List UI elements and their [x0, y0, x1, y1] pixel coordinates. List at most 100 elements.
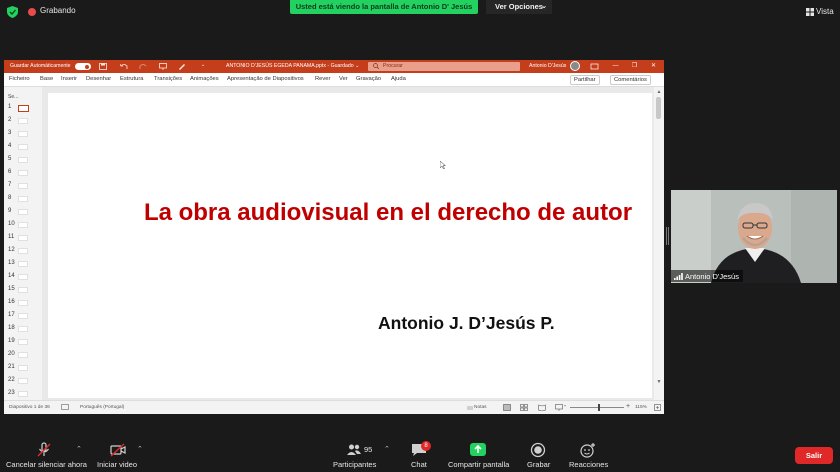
slide-thumbnail[interactable]: 7 — [4, 182, 42, 195]
slide-thumbnail-image[interactable] — [18, 196, 28, 202]
zoom-slider-knob[interactable] — [598, 404, 600, 411]
start-video-label[interactable]: Iniciar video — [97, 460, 137, 469]
slide-thumbnail[interactable]: 10 — [4, 221, 42, 234]
slide-thumbnail-image[interactable] — [18, 378, 28, 384]
slide-thumbnail[interactable]: 3 — [4, 130, 42, 143]
slide-thumbnail[interactable]: 9 — [4, 208, 42, 221]
recording-icon[interactable] — [28, 8, 36, 16]
menu-recording[interactable]: Gravação — [356, 76, 381, 82]
participants-options-caret[interactable]: ⌃ — [384, 445, 390, 453]
slide-thumbnail[interactable]: 19 — [4, 338, 42, 351]
redo-icon[interactable] — [139, 63, 147, 70]
slide-thumbnail[interactable]: 21 — [4, 364, 42, 377]
slide-thumbnail[interactable]: 16 — [4, 299, 42, 312]
slide-thumbnail[interactable]: 12 — [4, 247, 42, 260]
document-title[interactable]: ANTONIO D'JESÚS EGEDA PANAMA.pptx - Guar… — [226, 63, 359, 69]
slide-thumbnail-image[interactable] — [18, 352, 28, 358]
slide-thumbnail-image[interactable] — [18, 144, 28, 150]
notes-button[interactable]: Notas — [474, 405, 487, 410]
menu-insert[interactable]: Inserir — [61, 76, 77, 82]
vertical-scrollbar[interactable]: ▲ ▼ — [654, 87, 664, 400]
slide-thumbnail-image[interactable] — [18, 131, 28, 137]
slide-thumbnail-image[interactable] — [18, 248, 28, 254]
slide-thumbnail-image[interactable] — [18, 105, 29, 112]
reactions-icon[interactable] — [580, 442, 596, 458]
normal-view-icon[interactable] — [503, 404, 511, 411]
slide-thumbnail[interactable]: 6 — [4, 169, 42, 182]
unmute-label[interactable]: Cancelar silenciar ahora — [6, 460, 87, 469]
menu-file[interactable]: Ficheiro — [9, 76, 30, 82]
chat-label[interactable]: Chat — [411, 460, 427, 469]
slide-thumbnail[interactable]: 20 — [4, 351, 42, 364]
share-button[interactable]: Partilhar — [570, 75, 600, 85]
slide-thumbnail[interactable]: 5 — [4, 156, 42, 169]
menu-draw[interactable]: Desenhar — [86, 76, 111, 82]
pen-icon[interactable] — [178, 63, 186, 70]
menu-transitions[interactable]: Transições — [154, 76, 182, 82]
reactions-label[interactable]: Reacciones — [569, 460, 608, 469]
undo-icon[interactable] — [120, 63, 128, 70]
grid-view-icon[interactable] — [806, 8, 814, 16]
view-button[interactable]: Vista — [816, 7, 834, 16]
video-options-caret[interactable]: ⌃ — [137, 445, 143, 453]
notes-icon[interactable] — [467, 404, 473, 410]
slide-thumbnail-image[interactable] — [18, 261, 28, 267]
ribbon-display-icon[interactable] — [590, 62, 599, 71]
slide-thumbnail-image[interactable] — [18, 170, 28, 176]
slide-thumbnail[interactable]: 13 — [4, 260, 42, 273]
slide-thumbnail[interactable]: 4 — [4, 143, 42, 156]
slide-thumbnail-image[interactable] — [18, 222, 28, 228]
view-options-button[interactable]: Ver Opciones ⌄ — [486, 0, 552, 14]
slide-thumbnail-image[interactable] — [18, 300, 28, 306]
menu-animations[interactable]: Animações — [190, 76, 219, 82]
slideshow-icon[interactable] — [159, 63, 167, 70]
slide-thumbnail-image[interactable] — [18, 339, 28, 345]
participant-video-tile[interactable]: Antonio D'Jesús — [671, 190, 837, 283]
slide-thumbnail-image[interactable] — [18, 287, 28, 293]
slide-sorter-icon[interactable] — [520, 404, 528, 411]
menu-home[interactable]: Base — [40, 76, 53, 82]
scroll-up-icon[interactable]: ▲ — [656, 89, 662, 95]
menu-review[interactable]: Rever — [315, 76, 330, 82]
slide-thumbnail[interactable]: 2 — [4, 117, 42, 130]
slide-thumbnail-image[interactable] — [18, 274, 28, 280]
presenter-view-icon[interactable] — [555, 404, 563, 411]
menu-help[interactable]: Ajuda — [391, 76, 406, 82]
slide-thumbnail-image[interactable] — [18, 391, 28, 397]
menu-view[interactable]: Ver — [339, 76, 348, 82]
slide-thumbnail[interactable]: 8 — [4, 195, 42, 208]
slide-thumbnail-image[interactable] — [18, 157, 28, 163]
participants-icon[interactable] — [346, 442, 362, 458]
participants-label[interactable]: Participantes — [333, 460, 376, 469]
minimize-icon[interactable]: — — [611, 62, 620, 71]
slide-thumbnail-image[interactable] — [18, 235, 28, 241]
zoom-level[interactable]: 115% — [635, 405, 647, 410]
accessibility-icon[interactable] — [61, 404, 69, 410]
slide-thumbnail-image[interactable] — [18, 313, 28, 319]
slide-thumbnail[interactable]: 23 — [4, 390, 42, 400]
slide-thumbnail-image[interactable] — [18, 209, 28, 215]
slide-thumbnail[interactable]: 17 — [4, 312, 42, 325]
fit-slide-icon[interactable] — [654, 404, 661, 411]
slide-canvas[interactable]: La obra audiovisual en el derecho de aut… — [48, 93, 652, 398]
scrollbar-thumb[interactable] — [656, 97, 661, 119]
zoom-slider[interactable] — [570, 407, 624, 408]
zoom-out-button[interactable]: - — [564, 403, 566, 410]
reading-view-icon[interactable] — [538, 404, 546, 411]
slide-thumbnail[interactable]: 11 — [4, 234, 42, 247]
record-label[interactable]: Grabar — [527, 460, 550, 469]
video-off-icon[interactable] — [110, 442, 126, 458]
customize-toolbar-icon[interactable]: ⌄ — [201, 62, 205, 68]
slide-thumbnail-image[interactable] — [18, 365, 28, 371]
close-icon[interactable]: ✕ — [649, 62, 658, 71]
menu-slideshow[interactable]: Apresentação de Diapositivos — [227, 76, 304, 82]
slide-thumbnail-image[interactable] — [18, 183, 28, 189]
share-screen-icon[interactable] — [470, 442, 486, 458]
leave-meeting-button[interactable]: Salir — [795, 447, 833, 464]
zoom-in-button[interactable]: + — [626, 403, 630, 410]
microphone-muted-icon[interactable] — [36, 442, 52, 458]
slide-title[interactable]: La obra audiovisual en el derecho de aut… — [88, 199, 688, 226]
avatar[interactable] — [570, 61, 580, 71]
record-icon[interactable] — [530, 442, 546, 458]
slide-thumbnail[interactable]: 22 — [4, 377, 42, 390]
